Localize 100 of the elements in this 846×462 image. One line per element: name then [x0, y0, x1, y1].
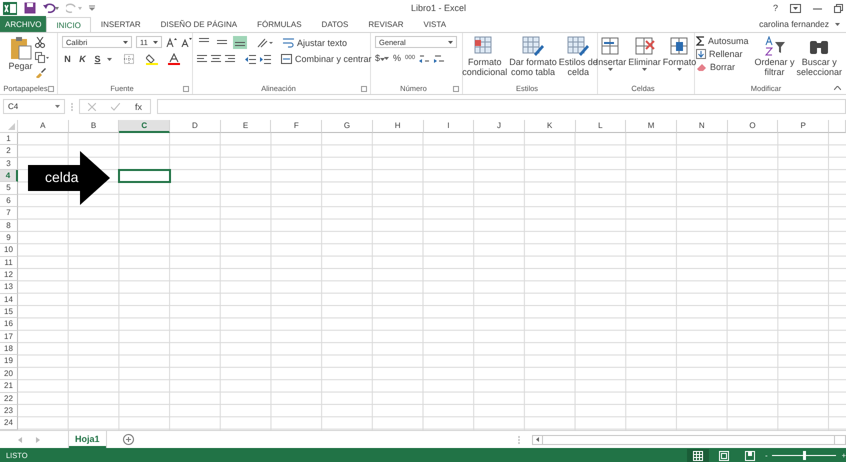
column-header[interactable]: O: [728, 120, 778, 133]
column-header[interactable]: C: [119, 120, 170, 133]
scroll-left-icon[interactable]: [536, 437, 539, 442]
increase-decimal-icon[interactable]: [419, 54, 430, 62]
currency-button[interactable]: $: [375, 53, 380, 63]
column-header[interactable]: J: [474, 120, 525, 133]
text-orientation-icon[interactable]: [257, 38, 273, 48]
row-header[interactable]: 23: [0, 404, 18, 418]
restore-icon[interactable]: [834, 4, 843, 12]
row-header[interactable]: 16: [0, 318, 18, 331]
italic-button[interactable]: K: [77, 54, 88, 64]
wrap-text-button[interactable]: Ajustar texto: [283, 38, 348, 48]
dialog-launcher-icon[interactable]: [48, 86, 54, 92]
row-header[interactable]: 6: [0, 194, 18, 208]
formula-input[interactable]: [157, 99, 846, 114]
decrease-decimal-icon[interactable]: [434, 54, 446, 62]
ribbon-tab[interactable]: INICIO: [46, 17, 91, 33]
styles-button[interactable]: Estilos de celda: [558, 36, 598, 77]
decrease-indent-icon[interactable]: [245, 54, 256, 64]
ribbon-tab[interactable]: VISTA: [414, 16, 456, 32]
zoom-thumb[interactable]: [802, 451, 806, 460]
align-right-icon[interactable]: [225, 54, 235, 64]
dialog-launcher-icon[interactable]: [361, 86, 367, 92]
row-header[interactable]: 13: [0, 281, 18, 294]
excel-logo-icon[interactable]: [3, 2, 17, 14]
file-tab[interactable]: ARCHIVO: [0, 16, 46, 32]
row-header[interactable]: 15: [0, 306, 18, 318]
user-name[interactable]: carolina fernandez: [759, 19, 829, 29]
column-header[interactable]: E: [220, 120, 272, 133]
drag-handle-icon[interactable]: [71, 102, 73, 110]
row-header[interactable]: 12: [0, 268, 18, 282]
cell-grid[interactable]: [18, 133, 846, 430]
row-header[interactable]: 18: [0, 343, 18, 356]
row-header[interactable]: 10: [0, 244, 18, 257]
editing-button[interactable]: Ordenar y filtrar: [754, 36, 795, 77]
align-left-icon[interactable]: [197, 54, 207, 64]
row-header[interactable]: 8: [0, 220, 18, 232]
column-header[interactable]: D: [170, 120, 221, 133]
ribbon-tab[interactable]: FÓRMULAS: [247, 16, 312, 32]
brush-icon[interactable]: [34, 67, 46, 78]
increase-indent-icon[interactable]: [260, 54, 271, 64]
column-header[interactable]: K: [524, 120, 576, 133]
row-header[interactable]: 17: [0, 330, 18, 344]
paste-button[interactable]: Pegar: [8, 36, 33, 71]
column-header[interactable]: A: [18, 120, 69, 133]
row-header[interactable]: 22: [0, 392, 18, 405]
row-header[interactable]: 7: [0, 207, 18, 220]
normal-view-icon[interactable]: [687, 448, 710, 462]
font-color-icon[interactable]: [168, 53, 180, 65]
row-header[interactable]: 4: [0, 170, 18, 182]
fill-color-icon[interactable]: [146, 53, 158, 65]
align-center-icon[interactable]: [211, 54, 221, 64]
bold-button[interactable]: N: [62, 54, 73, 64]
column-header[interactable]: N: [676, 120, 728, 133]
help-button[interactable]: ?: [772, 3, 778, 13]
row-header[interactable]: 19: [0, 355, 18, 368]
cells-button[interactable]: Eliminar: [628, 36, 661, 71]
percent-button[interactable]: %: [393, 53, 402, 63]
add-sheet-icon[interactable]: [122, 434, 134, 445]
vertical-align-icon[interactable]: [233, 36, 247, 49]
column-header[interactable]: M: [626, 120, 677, 133]
row-header[interactable]: 1: [0, 133, 18, 146]
insert-function-button[interactable]: fx: [135, 102, 142, 112]
cells-button[interactable]: Formato: [662, 36, 696, 71]
row-header[interactable]: 11: [0, 256, 18, 269]
column-header[interactable]: I: [424, 120, 474, 133]
clear-button[interactable]: Borrar: [696, 62, 748, 72]
undo-icon[interactable]: [43, 3, 59, 13]
grow-font-icon[interactable]: [166, 37, 177, 47]
styles-button[interactable]: Formato condicional: [462, 36, 508, 77]
column-header[interactable]: P: [778, 120, 829, 133]
dialog-launcher-icon[interactable]: [183, 86, 189, 92]
column-header[interactable]: G: [322, 120, 373, 133]
fill-button[interactable]: Rellenar: [696, 49, 748, 59]
row-header[interactable]: 9: [0, 232, 18, 244]
customize-caret-icon[interactable]: [89, 5, 95, 11]
shrink-font-icon[interactable]: [181, 37, 192, 47]
ribbon-tab[interactable]: INSERTAR: [90, 16, 151, 32]
sheet-tab[interactable]: Hoja1: [69, 431, 106, 448]
caret-icon[interactable]: [107, 58, 112, 60]
name-box[interactable]: C4: [3, 99, 65, 114]
ribbon-display-icon[interactable]: [790, 4, 801, 12]
copy-icon[interactable]: [34, 52, 49, 63]
ribbon-tab[interactable]: REVISAR: [358, 16, 414, 32]
selected-cell[interactable]: [118, 169, 172, 184]
column-header[interactable]: F: [271, 120, 322, 133]
horizontal-scrollbar[interactable]: [532, 434, 846, 444]
cells-button[interactable]: Insertar: [596, 36, 626, 71]
ribbon-tab[interactable]: DATOS: [312, 16, 358, 32]
dialog-launcher-icon[interactable]: [453, 86, 459, 92]
scissors-icon[interactable]: [34, 37, 45, 48]
autosum-button[interactable]: Autosuma: [696, 36, 748, 46]
editing-button[interactable]: Buscar y seleccionar: [796, 36, 842, 77]
row-header[interactable]: 21: [0, 380, 18, 393]
save-icon[interactable]: [24, 2, 36, 14]
row-header[interactable]: 20: [0, 368, 18, 380]
collapse-ribbon-icon[interactable]: [834, 86, 841, 90]
ribbon-tab[interactable]: DISEÑO DE PÁGINA: [150, 16, 248, 32]
caret-icon[interactable]: [835, 22, 840, 26]
row-header[interactable]: 5: [0, 182, 18, 195]
